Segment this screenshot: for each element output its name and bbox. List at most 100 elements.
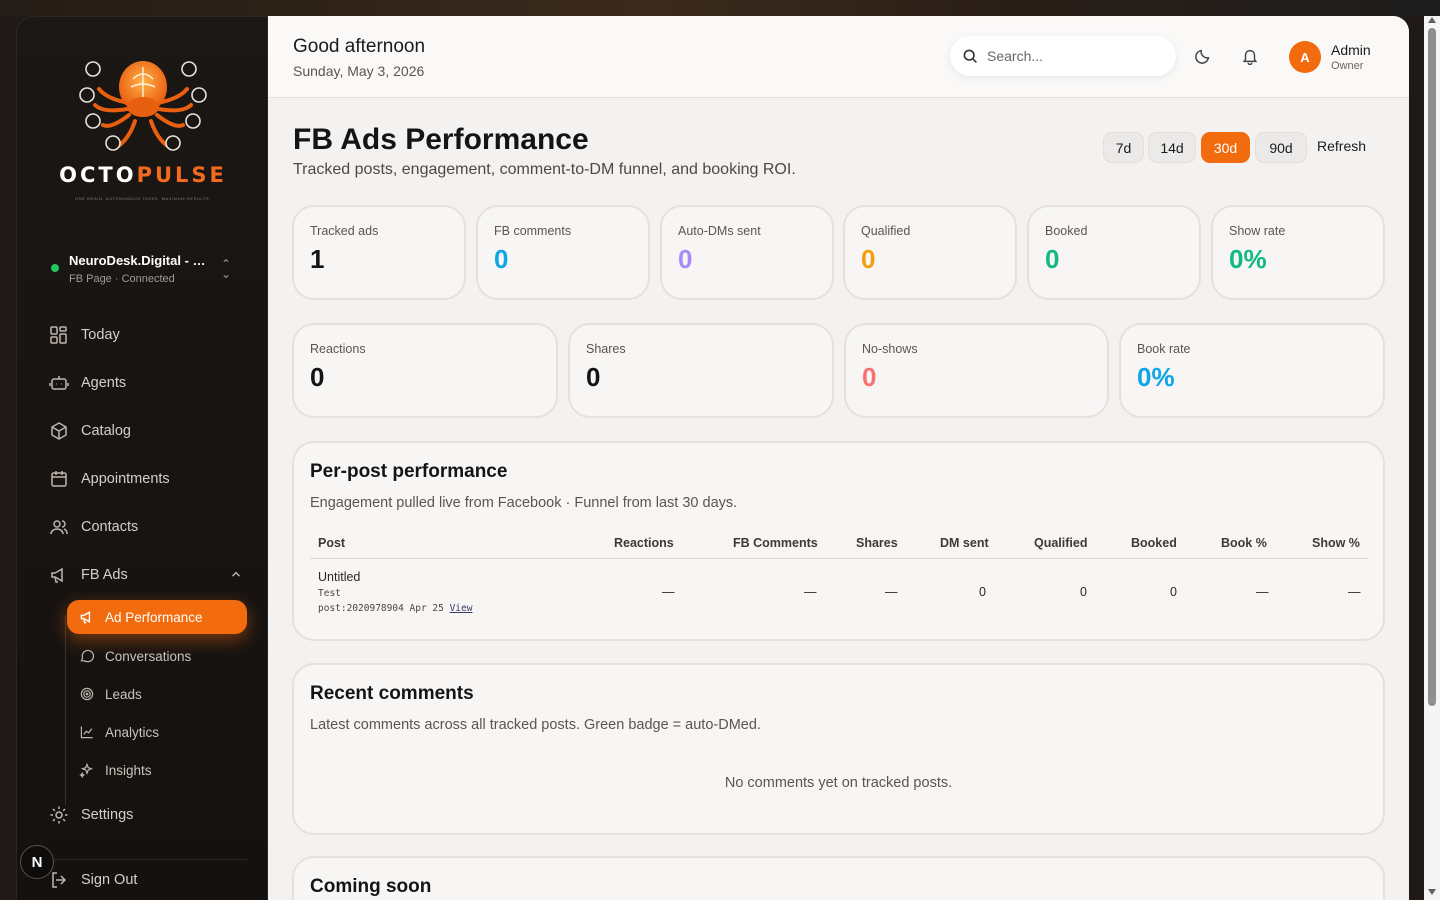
per-post-performance-card: Per-post performance Engagement pulled l…	[292, 441, 1385, 641]
search-box[interactable]	[950, 36, 1176, 76]
sidebar: OCTOPULSE ONE BRAIN. AUTONOMOUS TASKS. M…	[16, 16, 268, 900]
dashboard-icon	[50, 326, 67, 344]
subnav-label: Ad Performance	[105, 609, 203, 625]
nav-item-sign-out[interactable]: Sign Out	[49, 862, 249, 898]
table-header: Post Reactions FB Comments Shares DM sen…	[310, 533, 1368, 559]
subnav-item-insights[interactable]: Insights	[67, 753, 247, 787]
card-description: Engagement pulled live from Facebook · F…	[310, 495, 738, 511]
column-header[interactable]: Book %	[1221, 536, 1267, 550]
column-header[interactable]: DM sent	[940, 536, 989, 550]
nav-item-contacts[interactable]: Contacts	[49, 509, 249, 545]
gear-icon	[50, 806, 68, 824]
user-avatar[interactable]: A	[1289, 41, 1321, 73]
current-date: Sunday, May 3, 2026	[293, 63, 425, 79]
range-14d-button[interactable]: 14d	[1148, 132, 1196, 163]
view-post-link[interactable]: View	[450, 603, 473, 614]
column-header[interactable]: Post	[318, 536, 345, 550]
bot-icon	[49, 376, 69, 390]
nav-label: Agents	[81, 375, 127, 391]
stat-card-no-shows: No-shows 0	[844, 323, 1109, 418]
scroll-up-icon[interactable]	[1428, 17, 1436, 23]
user-name: Admin	[1331, 42, 1371, 58]
page-scrollbar[interactable]	[1424, 16, 1440, 900]
sidebar-divider	[47, 859, 247, 860]
n-badge[interactable]: N	[20, 845, 54, 879]
stat-card-reactions: Reactions 0	[292, 323, 558, 418]
scrollbar-thumb[interactable]	[1428, 28, 1436, 706]
stat-card-qualified: Qualified 0	[843, 205, 1017, 300]
calendar-icon	[51, 471, 67, 487]
range-7d-button[interactable]: 7d	[1103, 132, 1144, 163]
subnav-label: Conversations	[105, 648, 192, 664]
subnav-item-leads[interactable]: Leads	[67, 677, 247, 711]
stat-value: 0	[862, 362, 877, 392]
nav-label: Appointments	[81, 471, 170, 487]
stat-label: Shares	[586, 342, 626, 356]
account-status: FB Page · Connected	[69, 273, 175, 285]
chevron-up-icon[interactable]	[229, 567, 243, 581]
user-role: Owner	[1331, 60, 1364, 72]
card-title: Recent comments	[310, 683, 474, 704]
nav-label: FB Ads	[81, 567, 128, 583]
search-input[interactable]	[987, 48, 1157, 64]
card-description: Latest comments across all tracked posts…	[310, 717, 761, 733]
nav-label: Settings	[81, 807, 134, 823]
cell-fb-comments: —	[804, 585, 817, 599]
nav-item-settings[interactable]: Settings	[49, 797, 249, 833]
column-header[interactable]: Shares	[856, 536, 898, 550]
stat-value: 0	[494, 244, 509, 274]
range-30d-button[interactable]: 30d	[1201, 132, 1250, 163]
stat-value: 0	[310, 362, 325, 392]
moon-icon[interactable]	[1194, 47, 1212, 65]
nav-item-today[interactable]: Today	[49, 317, 249, 353]
cell-shares: —	[885, 585, 898, 599]
nav-item-appointments[interactable]: Appointments	[49, 461, 249, 497]
page-title: FB Ads Performance	[293, 123, 589, 156]
stat-label: Booked	[1045, 224, 1088, 238]
card-title: Coming soon	[310, 876, 432, 897]
stat-label: No-shows	[862, 342, 918, 356]
column-header[interactable]: Booked	[1131, 536, 1177, 550]
stat-card-show-rate: Show rate 0%	[1211, 205, 1385, 300]
scroll-down-icon[interactable]	[1428, 889, 1436, 895]
cell-qualified: 0	[1080, 585, 1087, 599]
coming-soon-card: Coming soon	[292, 856, 1385, 900]
nav-label: Sign Out	[81, 872, 138, 888]
line-chart-icon	[80, 726, 93, 739]
bell-icon[interactable]	[1241, 47, 1259, 65]
subnav-item-ad-performance[interactable]: Ad Performance	[67, 600, 247, 634]
column-header[interactable]: FB Comments	[733, 536, 818, 550]
account-switcher[interactable]: NeuroDesk.Digital - … FB Page · Connecte…	[47, 249, 237, 289]
subnav-item-analytics[interactable]: Analytics	[67, 715, 247, 749]
stat-card-book-rate: Book rate 0%	[1119, 323, 1385, 418]
account-name: NeuroDesk.Digital - …	[69, 253, 206, 268]
cell-booked: 0	[1170, 585, 1177, 599]
stat-value: 0	[678, 244, 693, 274]
nav-item-agents[interactable]: Agents	[49, 365, 249, 401]
recent-comments-card: Recent comments Latest comments across a…	[292, 663, 1385, 835]
stat-card-shares: Shares 0	[568, 323, 834, 418]
column-header[interactable]: Qualified	[1034, 536, 1087, 550]
users-icon	[50, 520, 68, 535]
octopus-logo-icon	[79, 61, 207, 151]
nav-item-fb-ads[interactable]: FB Ads	[49, 557, 249, 593]
sparkles-icon	[79, 762, 94, 778]
message-circle-icon	[80, 649, 95, 663]
subnav-item-conversations[interactable]: Conversations	[67, 639, 247, 673]
column-header[interactable]: Reactions	[614, 536, 674, 550]
nav-item-catalog[interactable]: Catalog	[49, 413, 249, 449]
stat-value: 0	[586, 362, 601, 392]
window-top-strip	[0, 0, 1440, 16]
column-header[interactable]: Show %	[1312, 536, 1360, 550]
brand-wordmark: OCTOPULSE	[59, 163, 227, 187]
range-90d-button[interactable]: 90d	[1255, 132, 1307, 163]
cell-dm-sent: 0	[979, 585, 986, 599]
post-title: Untitled	[318, 570, 361, 584]
stat-value: 0%	[1229, 244, 1267, 274]
cell-book-pct: —	[1256, 585, 1269, 599]
refresh-button[interactable]: Refresh	[1317, 138, 1366, 154]
search-icon	[963, 49, 977, 63]
stat-card-auto-dms: Auto-DMs sent 0	[660, 205, 834, 300]
card-title: Per-post performance	[310, 461, 508, 482]
stat-label: FB comments	[494, 224, 572, 238]
